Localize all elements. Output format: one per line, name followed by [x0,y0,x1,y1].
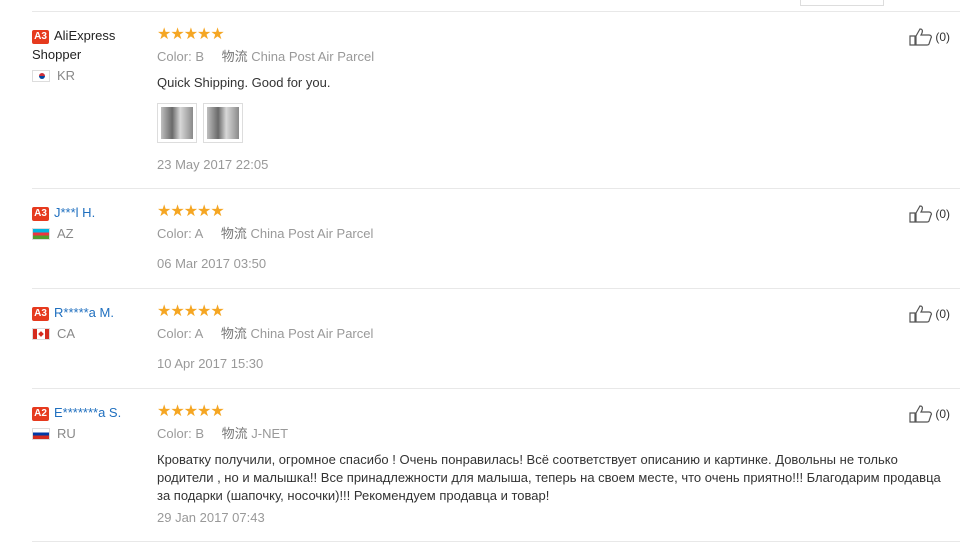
reviewer-country: RU [57,426,76,441]
helpful-count: (0) [935,207,950,221]
review-photo-thumbnail[interactable] [203,103,243,143]
review-content: ★★★★★ Color: A 物流 China Post Air Parcel … [157,203,957,272]
color-value: B [195,426,204,441]
review-item: A3 J***l H. AZ ★★★★★ Color: A 物流 China Po… [32,203,960,289]
review-item: A3 R*****a M. CA ★★★★★ Color: A 物流 China … [32,303,960,389]
top-divider [32,11,960,12]
thumbs-up-icon [909,405,933,423]
reviewer-country: AZ [57,226,74,241]
helpful-button[interactable]: (0) [909,405,950,423]
level-badge: A2 [32,407,49,421]
review-date: 06 Mar 2017 03:50 [157,256,267,271]
level-badge: A3 [32,30,49,44]
review-content: ★★★★★ Color: B 物流 J-NET Кроватку получил… [157,403,957,526]
reviewer-name[interactable]: R*****a M. [54,305,114,320]
review-text: Quick Shipping. Good for you. [157,75,331,90]
review-meta: Color: A 物流 China Post Air Parcel [157,226,374,241]
helpful-button[interactable]: (0) [909,305,950,323]
flag-ru-icon [32,427,50,440]
reviewer-country: CA [57,326,76,341]
flag-ca-icon [32,327,50,340]
helpful-count: (0) [935,30,950,44]
shipping-method: China Post Air Parcel [251,49,375,64]
star-rating: ★★★★★ [157,26,225,43]
star-rating: ★★★★★ [157,303,225,320]
flag-kr-icon [32,69,50,82]
reviewer-name[interactable]: E*******a S. [54,405,121,420]
star-rating: ★★★★★ [157,403,225,420]
review-item: A3 AliExpress Shopper KR ★★★★★ Color: B 物… [32,26,960,189]
review-meta: Color: B 物流 J-NET [157,426,289,441]
reviewer-info: A3 J***l H. AZ [32,203,150,241]
review-text: Кроватку получили, огромное спасибо ! Оч… [157,452,941,503]
thumbs-up-icon [909,28,933,46]
reviewer-country: KR [57,68,76,83]
level-badge: A3 [32,207,49,221]
review-date: 29 Jan 2017 07:43 [157,510,265,525]
thumbs-up-icon [909,305,933,323]
color-value: B [195,49,204,64]
thumbs-up-icon [909,205,933,223]
helpful-count: (0) [935,307,950,321]
review-content: ★★★★★ Color: B 物流 China Post Air Parcel … [157,26,957,173]
helpful-count: (0) [935,407,950,421]
review-meta: Color: A 物流 China Post Air Parcel [157,326,374,341]
reviewer-info: A2 E*******a S. RU [32,403,150,441]
star-rating: ★★★★★ [157,203,225,220]
helpful-button[interactable]: (0) [909,205,950,223]
review-meta: Color: B 物流 China Post Air Parcel [157,49,375,64]
shipping-method: J-NET [251,426,289,441]
color-value: A [194,326,204,341]
review-photos [157,103,957,143]
reviewer-info: A3 AliExpress Shopper KR [32,26,150,83]
shipping-method: China Post Air Parcel [250,226,374,241]
level-badge: A3 [32,307,49,321]
review-item: A2 E*******a S. RU ★★★★★ Color: B 物流 J-NE… [32,403,960,542]
review-date: 23 May 2017 22:05 [157,157,269,172]
color-value: A [194,226,204,241]
reviewer-name[interactable]: J***l H. [54,205,95,220]
shipping-method: China Post Air Parcel [250,326,374,341]
review-photo-thumbnail[interactable] [157,103,197,143]
review-date: 10 Apr 2017 15:30 [157,356,264,371]
flag-az-icon [32,227,50,240]
helpful-button[interactable]: (0) [909,28,950,46]
review-content: ★★★★★ Color: A 物流 China Post Air Parcel … [157,303,957,372]
sort-dropdown-edge[interactable] [800,0,884,6]
reviewer-info: A3 R*****a M. CA [32,303,150,341]
